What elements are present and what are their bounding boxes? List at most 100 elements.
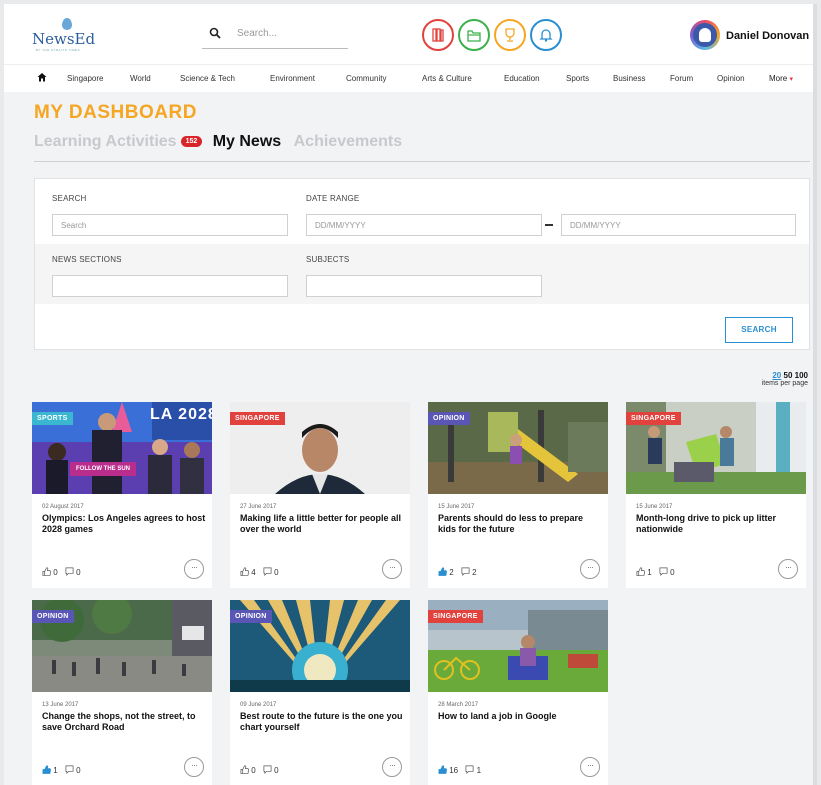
card-stats: 2 2 <box>438 567 477 577</box>
library-button[interactable] <box>422 19 454 51</box>
date-to-field[interactable]: DD/MM/YYYY <box>561 214 796 236</box>
more-options-button[interactable]: ··· <box>778 559 798 579</box>
more-options-button[interactable]: ··· <box>580 757 600 777</box>
comment-icon[interactable] <box>465 765 474 774</box>
nav-item-arts-culture[interactable]: Arts & Culture <box>422 74 472 83</box>
thumbs-up-icon[interactable] <box>240 765 249 774</box>
nav-item-business[interactable]: Business <box>613 74 645 83</box>
per-page-option-100[interactable]: 100 <box>795 371 808 380</box>
nav-item-environment[interactable]: Environment <box>270 74 315 83</box>
card-title[interactable]: Parents should do less to prepare kids f… <box>438 513 603 535</box>
nav-more-menu[interactable]: More ▾ <box>769 74 793 83</box>
card-stats: 4 0 <box>240 567 279 577</box>
top-search-input[interactable]: Search... <box>237 28 277 39</box>
category-badge[interactable]: OPINION <box>230 610 272 623</box>
bell-icon <box>539 29 553 42</box>
card-date: 15 June 2017 <box>438 504 475 510</box>
newsed-logo[interactable]: NewsEd BY THE STRAITS TIMES <box>32 18 112 52</box>
comment-count: 0 <box>274 766 279 775</box>
search-field[interactable]: Search <box>52 214 288 236</box>
comment-count: 1 <box>476 766 482 775</box>
comment-icon[interactable] <box>65 567 74 576</box>
comment-icon[interactable] <box>659 567 668 576</box>
nav-item-science-tech[interactable]: Science & Tech <box>180 74 235 83</box>
scrollbar[interactable] <box>813 4 817 785</box>
date-from-field[interactable]: DD/MM/YYYY <box>306 214 542 236</box>
card-title[interactable]: Best route to the future is the one you … <box>240 711 405 733</box>
like-count: 1 <box>53 766 58 775</box>
thumbs-up-icon[interactable] <box>42 567 51 576</box>
category-badge[interactable]: SPORTS <box>32 412 73 425</box>
per-page-option-50[interactable]: 50 <box>784 371 793 380</box>
more-options-button[interactable]: ··· <box>184 757 204 777</box>
nav-item-opinion[interactable]: Opinion <box>717 74 745 83</box>
nav-item-education[interactable]: Education <box>504 74 540 83</box>
news-card[interactable]: SINGAPORE 28 March 2017 How to land a jo… <box>428 600 608 785</box>
logo-tagline: BY THE STRAITS TIMES <box>36 48 81 52</box>
more-options-button[interactable]: ··· <box>382 559 402 579</box>
thumbs-up-icon[interactable] <box>636 567 645 576</box>
thumbs-up-icon[interactable] <box>240 567 249 576</box>
top-header: NewsEd BY THE STRAITS TIMES Search... Da… <box>4 4 817 64</box>
filter-panel: SEARCH Search DATE RANGE DD/MM/YYYY DD/M… <box>34 178 810 350</box>
nav-item-world[interactable]: World <box>130 74 151 83</box>
thumbs-up-icon[interactable] <box>42 765 51 774</box>
search-icon <box>209 27 221 39</box>
more-options-button[interactable]: ··· <box>382 757 402 777</box>
top-search[interactable]: Search... <box>202 25 348 49</box>
learning-count-badge: 152 <box>180 136 203 148</box>
category-badge[interactable]: OPINION <box>32 610 74 623</box>
comment-icon[interactable] <box>263 765 272 774</box>
category-badge[interactable]: SINGAPORE <box>428 610 483 623</box>
notifications-button[interactable] <box>530 19 562 51</box>
card-title[interactable]: Olympics: Los Angeles agrees to host 202… <box>42 513 207 535</box>
category-badge[interactable]: SINGAPORE <box>230 412 285 425</box>
like-count: 16 <box>449 766 459 775</box>
tab-achievements[interactable]: Achievements <box>294 133 403 151</box>
nav-item-community[interactable]: Community <box>346 74 386 83</box>
home-icon[interactable] <box>37 72 47 82</box>
news-card[interactable]: OPINION 13 June 2017 Change the shops, n… <box>32 600 212 785</box>
news-card[interactable]: OPINION 09 June 2017 Best route to the f… <box>230 600 410 785</box>
achievements-button[interactable] <box>494 19 526 51</box>
portfolio-button[interactable] <box>458 19 490 51</box>
search-button[interactable]: SEARCH <box>725 317 793 343</box>
card-title[interactable]: How to land a job in Google <box>438 711 603 722</box>
user-name[interactable]: Daniel Donovan ⌄ <box>726 29 817 42</box>
library-icon <box>432 28 444 42</box>
more-options-button[interactable]: ··· <box>580 559 600 579</box>
page: NewsEd BY THE STRAITS TIMES Search... Da… <box>4 4 817 785</box>
news-card[interactable]: SINGAPORE 15 June 2017 Month-long drive … <box>626 402 806 588</box>
page-title: MY DASHBOARD <box>34 102 197 123</box>
avatar[interactable] <box>690 20 720 50</box>
card-date: 15 June 2017 <box>636 504 673 510</box>
tab-my-news[interactable]: My News <box>213 133 281 151</box>
card-title[interactable]: Month-long drive to pick up litter natio… <box>636 513 801 535</box>
comment-icon[interactable] <box>263 567 272 576</box>
card-title[interactable]: Change the shops, not the street, to sav… <box>42 711 207 733</box>
news-card[interactable]: LA 2028 FOLLOW THE SUN SPORTS 02 August … <box>32 402 212 588</box>
news-card[interactable]: SINGAPORE 27 June 2017 Making life a lit… <box>230 402 410 588</box>
comment-count: 0 <box>274 568 279 577</box>
news-card[interactable]: OPINION 15 June 2017 Parents should do l… <box>428 402 608 588</box>
subjects-field[interactable] <box>306 275 542 297</box>
more-caret-icon: ▾ <box>789 76 793 83</box>
nav-item-sports[interactable]: Sports <box>566 74 589 83</box>
thumbs-up-icon[interactable] <box>438 765 447 774</box>
card-date: 02 August 2017 <box>42 504 84 510</box>
thumbs-up-icon[interactable] <box>438 567 447 576</box>
category-badge[interactable]: OPINION <box>428 412 470 425</box>
divider <box>34 161 810 162</box>
logo-drop-icon <box>62 18 72 30</box>
news-sections-field[interactable] <box>52 275 288 297</box>
tab-learning-activities[interactable]: Learning Activities 152 <box>34 133 203 151</box>
nav-item-singapore[interactable]: Singapore <box>67 74 103 83</box>
per-page-option-20[interactable]: 20 <box>772 371 781 380</box>
more-options-button[interactable]: ··· <box>184 559 204 579</box>
card-title[interactable]: Making life a little better for people a… <box>240 513 405 535</box>
comment-icon[interactable] <box>65 765 74 774</box>
nav-item-forum[interactable]: Forum <box>670 74 693 83</box>
image-caption-la: LA 2028 <box>150 406 212 423</box>
comment-icon[interactable] <box>461 567 470 576</box>
category-badge[interactable]: SINGAPORE <box>626 412 681 425</box>
